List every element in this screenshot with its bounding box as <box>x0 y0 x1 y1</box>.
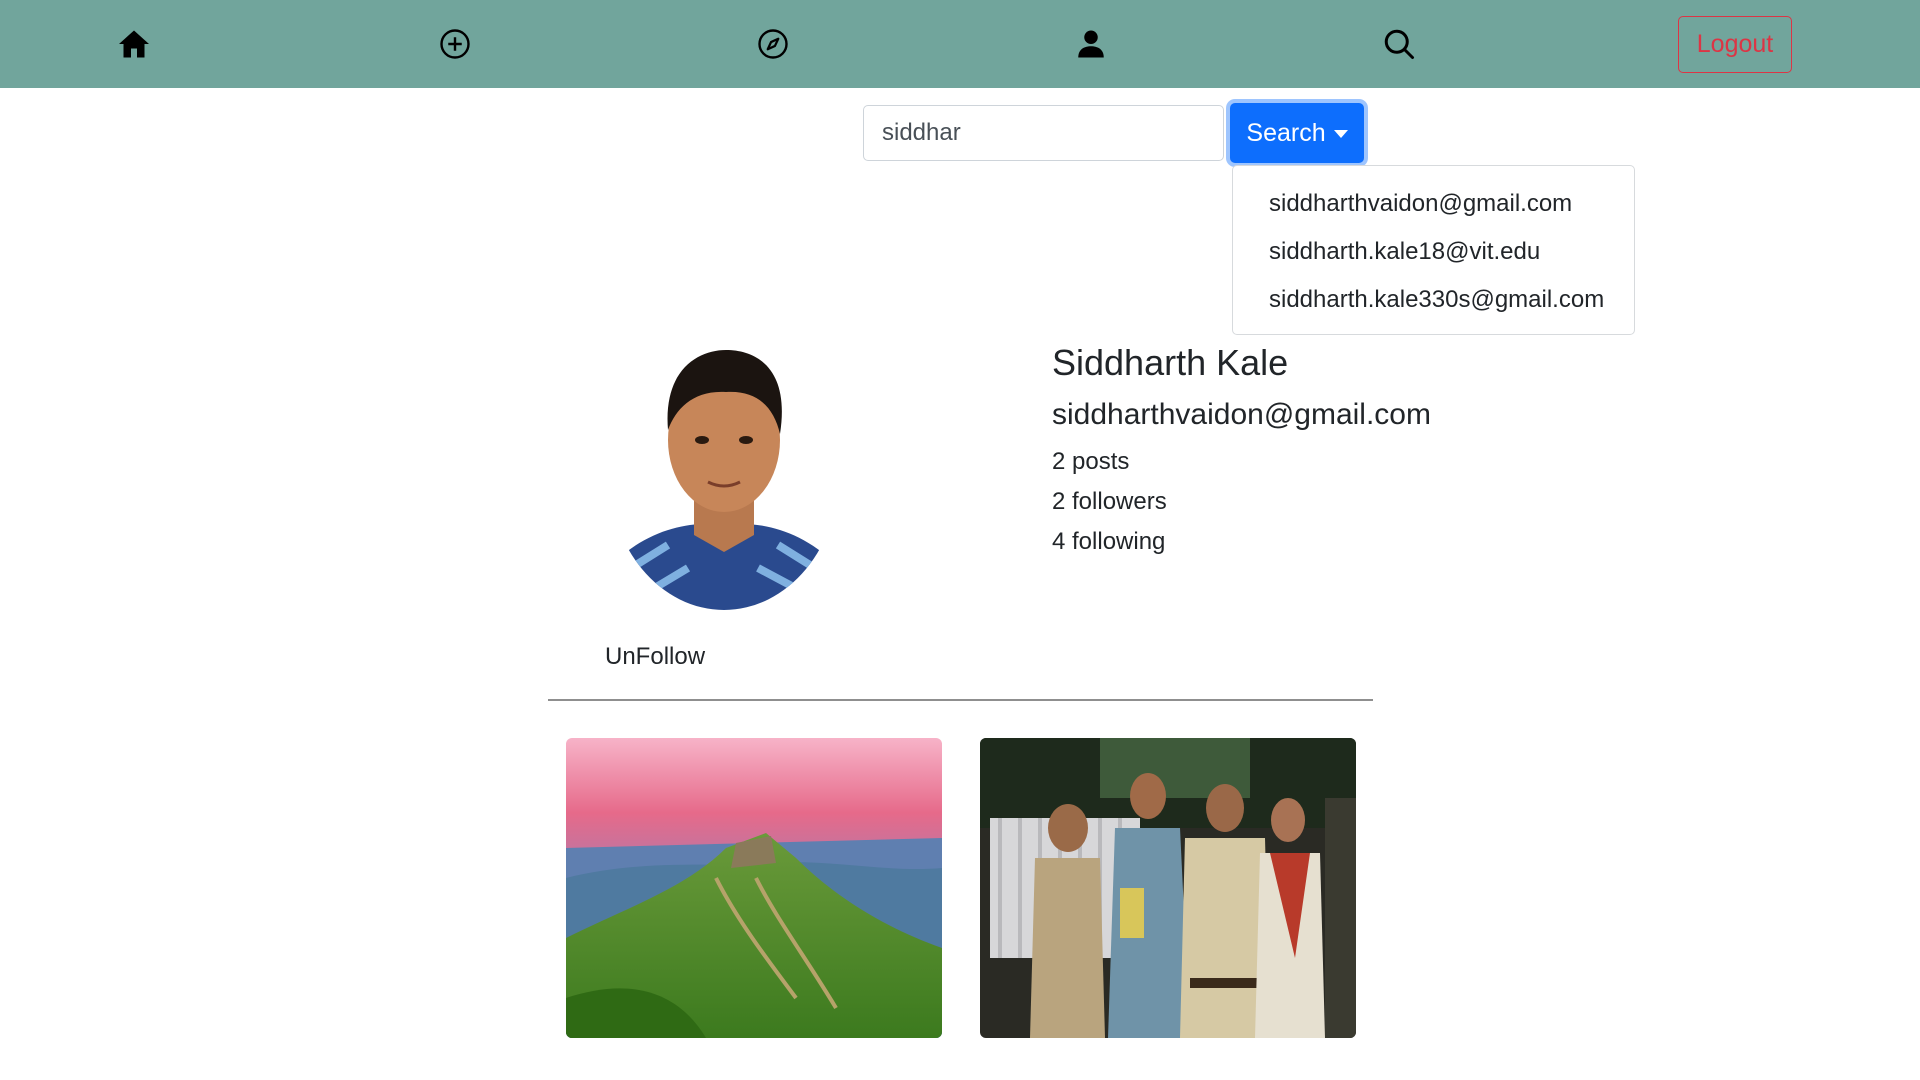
home-icon[interactable] <box>116 26 152 62</box>
search-result-item[interactable]: siddharth.kale18@vit.edu <box>1233 228 1634 276</box>
profile-avatar <box>608 330 840 610</box>
compass-icon[interactable] <box>755 26 791 62</box>
post-thumbnail[interactable] <box>980 738 1356 1038</box>
caret-down-icon <box>1333 130 1348 138</box>
navbar: Logout <box>0 0 1920 88</box>
post-thumbnail[interactable] <box>566 738 942 1038</box>
search-input[interactable] <box>863 105 1224 161</box>
search-results-dropdown: siddharthvaidon@gmail.com siddharth.kale… <box>1232 165 1635 335</box>
add-circle-icon[interactable] <box>437 26 473 62</box>
profile-name: Siddharth Kale <box>1052 342 1289 383</box>
profile-divider <box>548 699 1373 701</box>
followers-count[interactable]: 2 followers <box>1052 488 1167 516</box>
search-dropdown-button[interactable]: Search <box>1230 103 1364 163</box>
search-result-item[interactable]: siddharthvaidon@gmail.com <box>1233 180 1634 228</box>
unfollow-button[interactable]: UnFollow <box>605 643 705 671</box>
logout-button[interactable]: Logout <box>1678 16 1792 73</box>
search-result-item[interactable]: siddharth.kale330s@gmail.com <box>1233 276 1634 324</box>
search-icon[interactable] <box>1381 26 1417 62</box>
person-icon[interactable] <box>1073 26 1109 62</box>
profile-email: siddharthvaidon@gmail.com <box>1052 398 1431 431</box>
posts-count: 2 posts <box>1052 448 1130 475</box>
following-count[interactable]: 4 following <box>1052 528 1165 556</box>
search-button-label: Search <box>1246 118 1326 147</box>
